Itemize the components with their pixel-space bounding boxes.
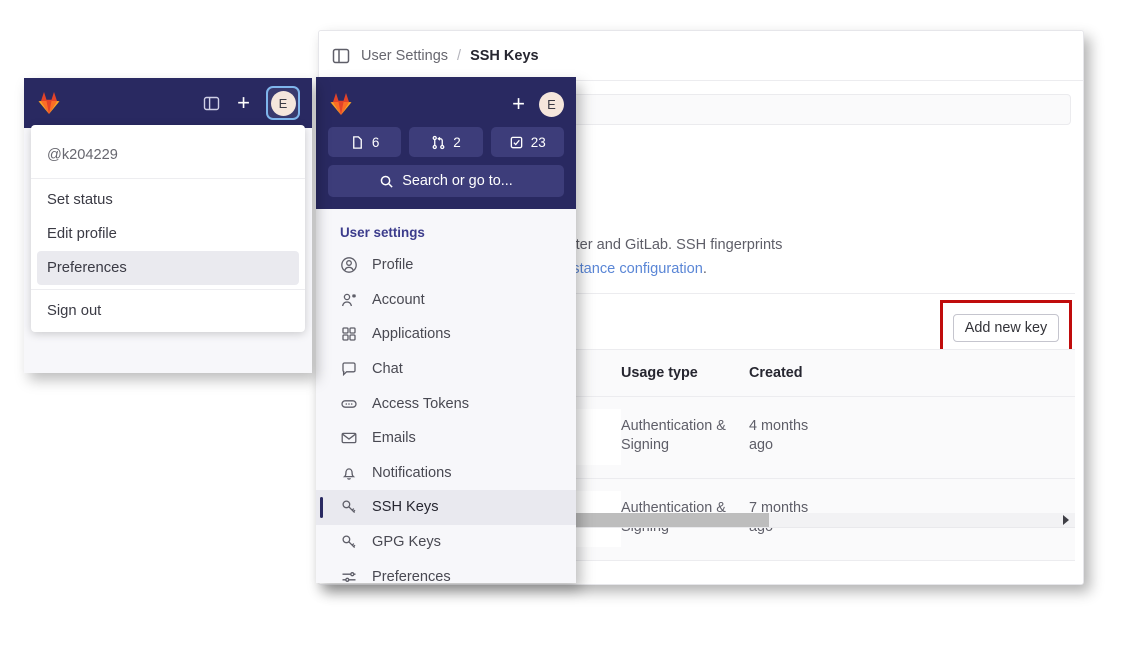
- add-new-key-button[interactable]: Add new key: [952, 314, 1060, 342]
- menu-item-sign-out[interactable]: Sign out: [37, 294, 299, 328]
- profile-icon: [340, 256, 358, 274]
- gitlab-logo-icon[interactable]: [36, 90, 62, 116]
- applications-icon: [340, 325, 358, 343]
- menu-item-edit-profile[interactable]: Edit profile: [37, 217, 299, 251]
- screenshot-stage: User Settings / SSH Keys cure connection…: [0, 0, 1132, 652]
- side-panel-header-top: + E: [328, 85, 564, 123]
- todos-count: 23: [530, 134, 546, 150]
- sidebar-item-preferences[interactable]: Preferences: [316, 559, 576, 583]
- user-menu-group-signout: Sign out: [31, 289, 305, 332]
- new-item-plus-icon[interactable]: +: [237, 92, 250, 114]
- sidebar-item-label: Access Tokens: [372, 395, 470, 412]
- main-window-topbar: User Settings / SSH Keys: [319, 31, 1083, 81]
- user-panel-header: + E: [24, 78, 312, 128]
- sidebar-item-access-tokens[interactable]: Access Tokens: [316, 386, 576, 421]
- sidebar-item-label: GPG Keys: [372, 534, 441, 551]
- sidebar-item-account[interactable]: Account: [316, 283, 576, 318]
- user-dropdown-menu: @k204229 Set status Edit profile Prefere…: [31, 125, 305, 332]
- search-input[interactable]: Search or go to...: [328, 165, 564, 197]
- cell-usage-type: Authentication & Signing: [621, 418, 726, 453]
- account-icon: [340, 291, 358, 309]
- ssh-keys-icon: [340, 498, 358, 516]
- sidebar-item-label: Applications: [372, 326, 451, 343]
- sidebar-item-label: Account: [372, 291, 425, 308]
- chat-icon: [340, 360, 358, 378]
- sidebar-item-label: Notifications: [372, 464, 452, 481]
- issues-count: 6: [371, 134, 380, 150]
- todos-icon: [510, 136, 523, 148]
- merge-request-icon: [432, 135, 445, 149]
- notifications-icon: [340, 464, 358, 482]
- column-header-usage-type: Usage type: [621, 365, 698, 381]
- sidebar-item-label: Profile: [372, 257, 414, 274]
- sidebar-item-notifications[interactable]: Notifications: [316, 456, 576, 491]
- column-header-created: Created: [749, 365, 803, 381]
- scroll-right-arrow-icon[interactable]: [1063, 515, 1069, 525]
- add-new-key-highlight-box: Add new key: [940, 300, 1072, 356]
- sidebar-item-ssh-keys[interactable]: SSH Keys: [316, 490, 576, 525]
- merge-requests-badge[interactable]: 2: [409, 127, 483, 157]
- preferences-icon: [340, 568, 358, 583]
- breadcrumb: User Settings / SSH Keys: [361, 48, 539, 64]
- breadcrumb-parent[interactable]: User Settings: [361, 48, 448, 64]
- sidebar-item-label: SSH Keys: [372, 499, 439, 516]
- menu-item-preferences[interactable]: Preferences: [37, 251, 299, 285]
- menu-item-set-status[interactable]: Set status: [37, 183, 299, 217]
- issues-icon: [353, 135, 362, 149]
- access-tokens-icon: [340, 395, 358, 413]
- sidebar-item-emails[interactable]: Emails: [316, 421, 576, 456]
- user-settings-nav: User settings Profile Account Applicatio…: [316, 209, 576, 583]
- avatar-button[interactable]: E: [266, 86, 300, 120]
- sidebar-item-label: Emails: [372, 430, 416, 447]
- user-settings-side-panel: + E 6 2 23 Search or go to... User setti…: [316, 77, 576, 583]
- user-menu-panel: + E Issues @k204229 Set status Edit prof…: [24, 78, 312, 373]
- ssh-desc-line2-after: .: [702, 261, 707, 277]
- sidebar-item-chat[interactable]: Chat: [316, 352, 576, 387]
- sidebar-item-label: Chat: [372, 361, 403, 378]
- user-menu-group-primary: Set status Edit profile Preferences: [31, 179, 305, 289]
- username-label: @k204229: [31, 125, 305, 179]
- sidebar-item-label: Preferences: [372, 568, 451, 583]
- gitlab-logo-icon[interactable]: [328, 91, 354, 117]
- sidebar-item-profile[interactable]: Profile: [316, 248, 576, 283]
- search-placeholder: Search or go to...: [402, 173, 513, 189]
- cell-created: 4 months ago: [749, 418, 809, 453]
- search-icon: [380, 175, 393, 188]
- emails-icon: [340, 429, 358, 447]
- breadcrumb-current: SSH Keys: [470, 47, 539, 64]
- nav-section-title: User settings: [340, 225, 425, 240]
- side-panel-header-actions: + E: [512, 91, 564, 117]
- panel-toggle-icon[interactable]: [202, 94, 221, 113]
- issues-badge[interactable]: 6: [328, 127, 402, 157]
- sidebar-item-gpg-keys[interactable]: GPG Keys: [316, 525, 576, 560]
- todos-badge[interactable]: 23: [490, 127, 564, 157]
- avatar: E: [270, 90, 296, 116]
- gpg-keys-icon: [340, 533, 358, 551]
- new-item-plus-icon[interactable]: +: [512, 93, 525, 115]
- side-panel-badges: 6 2 23: [328, 127, 564, 157]
- side-panel-header: + E 6 2 23 Search or go to...: [316, 77, 576, 209]
- merge-requests-count: 2: [453, 134, 461, 150]
- sidebar-item-applications[interactable]: Applications: [316, 317, 576, 352]
- avatar[interactable]: E: [539, 91, 564, 117]
- breadcrumb-separator: /: [457, 47, 462, 64]
- user-panel-header-actions: + E: [202, 86, 300, 120]
- panel-toggle-icon[interactable]: [331, 46, 351, 66]
